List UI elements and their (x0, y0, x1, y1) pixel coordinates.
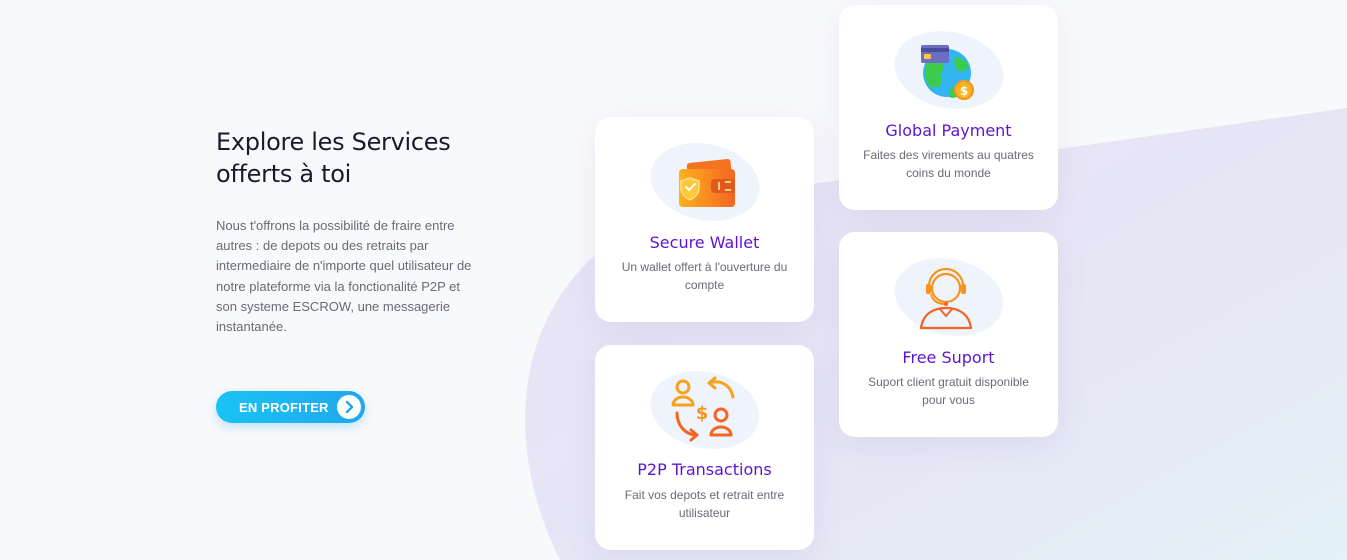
card-title-global-payment: Global Payment (885, 121, 1012, 140)
globe-payment-icon: $ (891, 29, 1007, 111)
card-title-free-suport: Free Suport (902, 348, 995, 367)
chevron-right-icon (337, 395, 361, 419)
en-profiter-button[interactable]: EN PROFITER (216, 391, 365, 423)
card-p2p-transactions[interactable]: $ P2P Transactions Fait vos depots et re… (595, 345, 814, 550)
en-profiter-label: EN PROFITER (239, 399, 329, 415)
section-description: Nous t'offrons la possibilité de fraire … (216, 218, 472, 335)
section-title-line2: offerts à toi (216, 160, 351, 188)
card-desc-secure-wallet: Un wallet offert à l'ouverture du compte (621, 260, 788, 292)
intro-section: Explore les Services offerts à toi Nous … (216, 126, 476, 337)
wallet-icon (647, 141, 763, 223)
card-free-suport[interactable]: Free Suport Suport client gratuit dispon… (839, 232, 1058, 437)
section-title-line1: Explore les Services (216, 128, 451, 156)
svg-text:$: $ (695, 403, 708, 424)
card-global-payment[interactable]: $ Global Payment Faites des virements au… (839, 5, 1058, 210)
p2p-exchange-icon: $ (647, 369, 763, 451)
support-agent-icon (891, 256, 1007, 338)
card-desc-free-suport: Suport client gratuit disponible pour vo… (868, 375, 1029, 407)
card-desc-global-payment: Faites des virements au quatres coins du… (863, 148, 1034, 180)
section-title: Explore les Services offerts à toi (216, 126, 476, 190)
card-desc-p2p: Fait vos depots et retrait entre utilisa… (624, 488, 785, 520)
card-secure-wallet[interactable]: Secure Wallet Un wallet offert à l'ouver… (595, 117, 814, 322)
svg-text:$: $ (959, 84, 967, 98)
card-title-p2p: P2P Transactions (637, 460, 772, 479)
card-title-secure-wallet: Secure Wallet (649, 233, 760, 252)
